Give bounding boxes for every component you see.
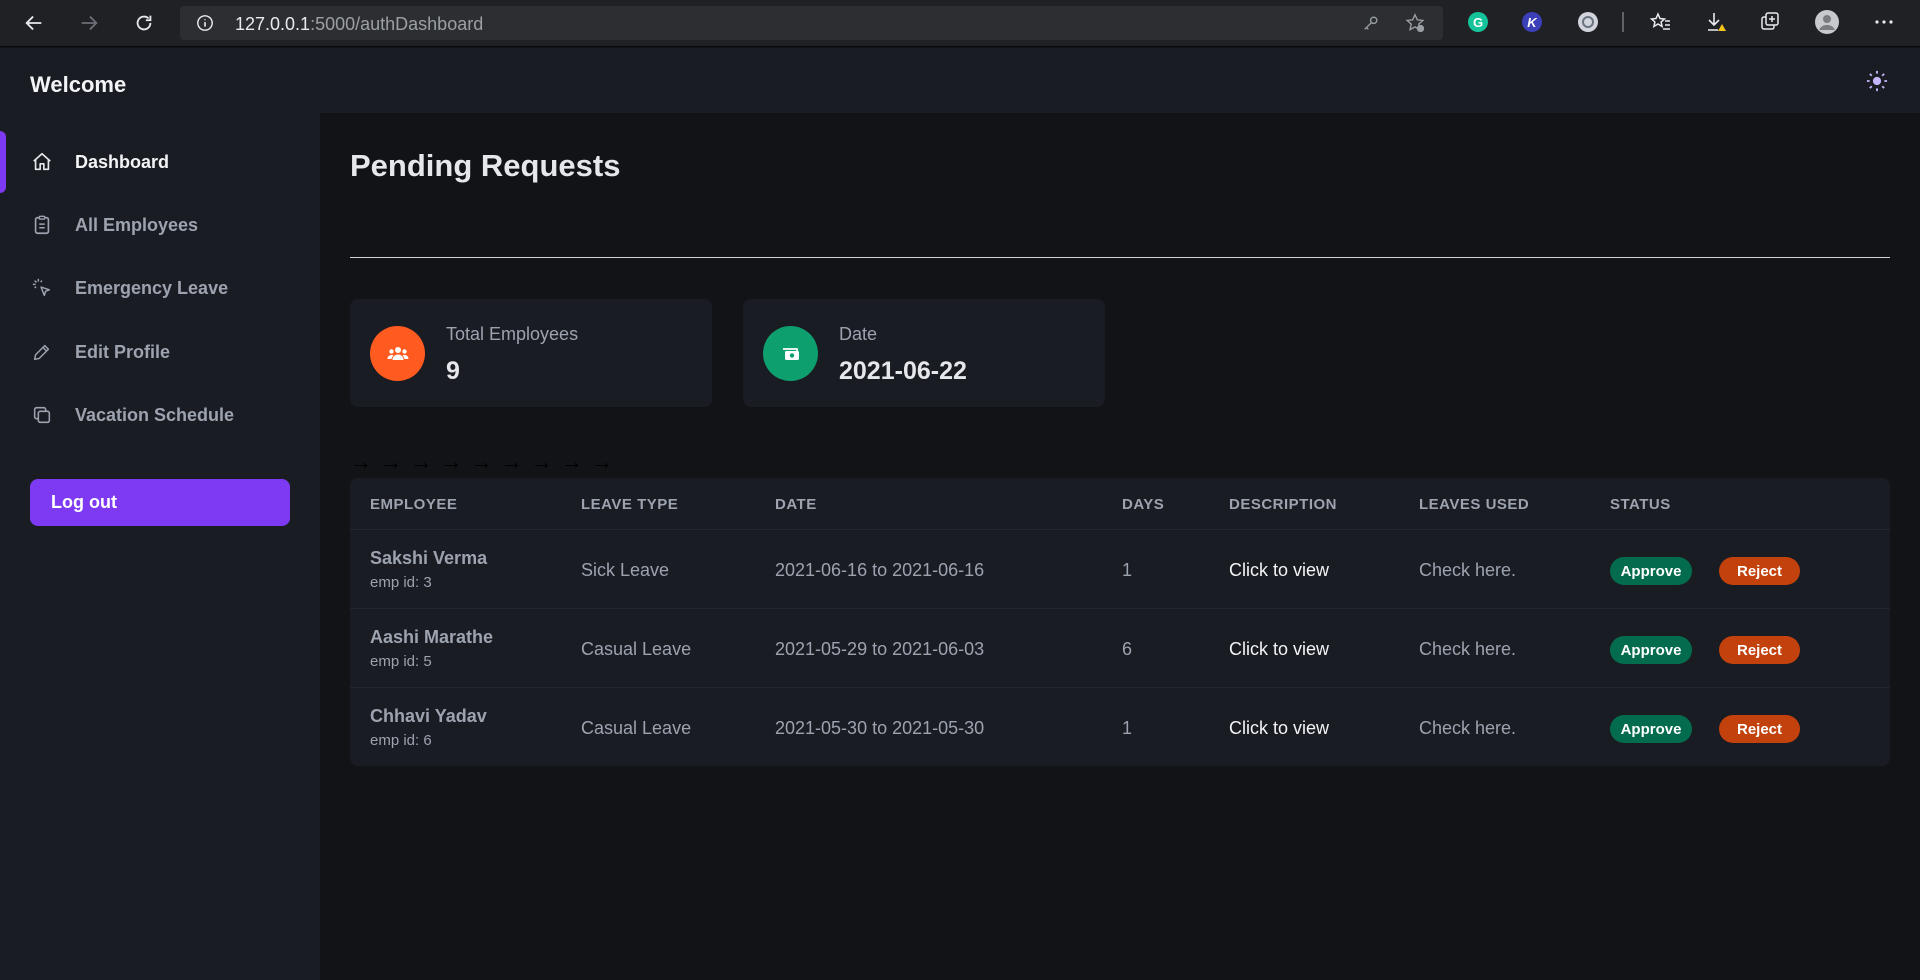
pencil-icon: [30, 340, 54, 364]
leave-date: 2021-05-29 to 2021-06-03: [775, 639, 985, 659]
requests-table: EMPLOYEE LEAVE TYPE DATE DAYS DESCRIPTIO…: [350, 478, 1890, 766]
leaves-used-link[interactable]: Check here.: [1419, 639, 1516, 660]
reload-icon[interactable]: [128, 8, 160, 38]
app-title: Welcome: [30, 72, 127, 97]
card-title: Date: [839, 324, 878, 344]
leaves-used-link[interactable]: Check here.: [1419, 718, 1516, 739]
approve-button[interactable]: Approve: [1610, 715, 1692, 743]
svg-text:K: K: [1527, 15, 1538, 30]
sidebar-item-vacation-schedule[interactable]: Vacation Schedule: [0, 384, 320, 446]
reject-button[interactable]: Reject: [1719, 636, 1800, 664]
browser-toolbar: 127.0.0.1:5000/authDashboard G K: [0, 0, 1920, 47]
column-header: DAYS: [1122, 496, 1165, 513]
copy-icon: [30, 403, 54, 427]
approve-button[interactable]: Approve: [1610, 557, 1692, 585]
reject-button[interactable]: Reject: [1719, 715, 1800, 743]
leave-date: 2021-06-16 to 2021-06-16: [775, 560, 985, 580]
card-value: 2021-06-22: [839, 357, 967, 385]
table-header: EMPLOYEE LEAVE TYPE DATE DAYS DESCRIPTIO…: [350, 478, 1890, 530]
column-header: STATUS: [1610, 496, 1671, 513]
arrow-row: → → → → → → → → →: [350, 449, 614, 474]
leave-type: Sick Leave: [581, 560, 670, 580]
main-content: Pending Requests Total Employees 9 Date …: [320, 113, 1920, 980]
sun-icon[interactable]: [1864, 68, 1890, 94]
address-bar[interactable]: 127.0.0.1:5000/authDashboard: [180, 6, 1443, 40]
svg-text:G: G: [1473, 15, 1483, 30]
key-icon[interactable]: [1362, 14, 1380, 32]
home-icon: [30, 150, 54, 174]
users-icon: [370, 326, 425, 381]
sidebar-item-all-employees[interactable]: All Employees: [0, 194, 320, 256]
column-header: DESCRIPTION: [1229, 496, 1338, 513]
reject-button[interactable]: Reject: [1719, 557, 1800, 585]
page-title: Pending Requests: [350, 148, 621, 183]
leave-type: Casual Leave: [581, 639, 692, 659]
approve-button[interactable]: Approve: [1610, 636, 1692, 664]
sidebar-item-emergency-leave[interactable]: Emergency Leave: [0, 257, 320, 319]
table-row: Aashi Marathe emp id: 5 Casual Leave 202…: [350, 609, 1890, 688]
leave-days: 1: [1122, 560, 1133, 580]
collections-icon[interactable]: [1758, 10, 1782, 34]
info-icon[interactable]: [196, 14, 214, 32]
clipboard-icon: [30, 213, 54, 237]
sidebar-item-label: Edit Profile: [75, 341, 171, 362]
column-header: DATE: [775, 496, 817, 513]
cursor-click-icon: [30, 276, 54, 300]
extension-circle-icon[interactable]: [1576, 10, 1600, 34]
leave-date: 2021-05-30 to 2021-05-30: [775, 718, 985, 738]
table-row: Sakshi Verma emp id: 3 Sick Leave 2021-0…: [350, 530, 1890, 609]
leave-days: 6: [1122, 639, 1133, 659]
logout-button[interactable]: Log out: [30, 479, 290, 526]
card-value: 9: [446, 357, 460, 385]
leaves-used-link[interactable]: Check here.: [1419, 560, 1516, 581]
favorites-icon[interactable]: [1648, 10, 1672, 34]
employee-name: Chhavi Yadav: [370, 706, 487, 726]
sidebar-item-edit-profile[interactable]: Edit Profile: [0, 321, 320, 383]
sidebar-item-label: Vacation Schedule: [75, 404, 235, 425]
app-header: Welcome: [0, 48, 1920, 113]
column-header: LEAVE TYPE: [581, 496, 679, 513]
column-header: EMPLOYEE: [370, 496, 458, 513]
total-employees-card: Total Employees 9: [350, 299, 712, 407]
description-link[interactable]: Click to view: [1229, 560, 1329, 581]
sidebar-item-label: Dashboard: [75, 151, 170, 172]
more-options-icon[interactable]: [1872, 10, 1896, 34]
employee-id: emp id: 5: [370, 653, 432, 670]
back-icon[interactable]: [18, 8, 50, 38]
employee-id: emp id: 6: [370, 732, 432, 749]
column-header: LEAVES USED: [1419, 496, 1530, 513]
employee-name: Sakshi Verma: [370, 548, 488, 568]
sidebar-item-label: All Employees: [75, 214, 199, 235]
table-row: Chhavi Yadav emp id: 6 Casual Leave 2021…: [350, 688, 1890, 766]
card-title: Total Employees: [446, 324, 579, 344]
forward-icon[interactable]: [73, 8, 105, 38]
date-card: Date 2021-06-22: [743, 299, 1105, 407]
employee-id: emp id: 3: [370, 574, 432, 591]
divider: [350, 257, 1890, 258]
add-favorite-icon[interactable]: [1404, 12, 1426, 34]
leave-type: Casual Leave: [581, 718, 692, 738]
description-link[interactable]: Click to view: [1229, 639, 1329, 660]
toolbar-separator: [1622, 12, 1624, 32]
sidebar-item-label: Emergency Leave: [75, 277, 229, 298]
grammarly-icon[interactable]: G: [1466, 10, 1490, 34]
leave-days: 1: [1122, 718, 1133, 738]
sidebar: Dashboard All Employees Emergency Leave …: [0, 113, 320, 980]
sidebar-item-dashboard[interactable]: Dashboard: [0, 131, 320, 193]
description-link[interactable]: Click to view: [1229, 718, 1329, 739]
url-text: 127.0.0.1:5000/authDashboard: [235, 14, 484, 34]
k-extension-icon[interactable]: K: [1520, 10, 1544, 34]
cash-icon: [763, 326, 818, 381]
employee-name: Aashi Marathe: [370, 627, 494, 647]
downloads-icon[interactable]: [1704, 10, 1728, 34]
profile-avatar-icon[interactable]: [1815, 10, 1839, 34]
